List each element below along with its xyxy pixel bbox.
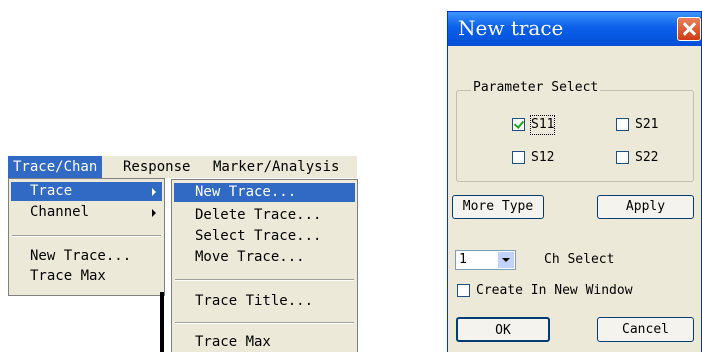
checkbox-label: S22 xyxy=(635,150,659,165)
submenu-item-new-trace[interactable]: New Trace... xyxy=(174,183,355,202)
submenu-item-trace-max[interactable]: Trace Max xyxy=(174,333,355,352)
checkbox-s11[interactable]: S11 xyxy=(512,115,572,135)
ok-button[interactable]: OK xyxy=(456,317,550,342)
checkbox-s22[interactable]: S22 xyxy=(616,149,676,167)
chevron-down-icon[interactable] xyxy=(498,252,514,268)
cancel-button[interactable]: Cancel xyxy=(597,317,694,342)
apply-button[interactable]: Apply xyxy=(597,195,694,219)
menu-item-label: Trace xyxy=(30,183,73,199)
menu-trace-chan[interactable]: Trace/Chan xyxy=(8,156,103,178)
submenu-item-select-trace[interactable]: Select Trace... xyxy=(174,227,355,246)
submenu-item-move-trace[interactable]: Move Trace... xyxy=(174,248,355,267)
trace-submenu: New Trace... Delete Trace... Select Trac… xyxy=(171,179,358,352)
dialog-title-bar[interactable]: New trace xyxy=(448,12,701,46)
checkbox-icon[interactable] xyxy=(457,284,470,297)
menu-item-label: New Trace... xyxy=(30,248,132,264)
menu-response[interactable]: Response xyxy=(118,156,195,178)
checkbox-s21[interactable]: S21 xyxy=(616,116,676,134)
menu-item-label: Delete Trace... xyxy=(195,207,322,223)
submenu-arrow-icon xyxy=(152,209,156,217)
menu-separator xyxy=(175,322,354,324)
close-icon[interactable] xyxy=(677,17,701,41)
checkbox-label: S21 xyxy=(635,117,659,132)
menu-item-trace-max[interactable]: Trace Max xyxy=(11,267,162,286)
menu-item-label: Move Trace... xyxy=(195,249,305,265)
menu-item-label: New Trace... xyxy=(195,184,297,200)
checkbox-label: S11 xyxy=(529,115,556,135)
checkbox-label: Create In New Window xyxy=(476,283,633,298)
menu-item-label: Channel xyxy=(30,204,90,220)
checkbox-icon[interactable] xyxy=(616,118,629,131)
channel-select-dropdown[interactable]: 1 xyxy=(455,250,516,270)
submenu-item-trace-title[interactable]: Trace Title... xyxy=(174,292,355,311)
window-edge xyxy=(160,292,164,352)
menu-item-new-trace[interactable]: New Trace... xyxy=(11,247,162,266)
submenu-item-delete-trace[interactable]: Delete Trace... xyxy=(174,206,355,225)
menu-item-label: Trace Max xyxy=(195,334,271,350)
trace-chan-dropdown: Trace Channel New Trace... Trace Max xyxy=(8,178,165,296)
menu-item-label: Select Trace... xyxy=(195,228,322,244)
menu-item-label: Trace Max xyxy=(30,268,106,284)
menu-marker-analysis[interactable]: Marker/Analysis xyxy=(208,156,344,178)
menu-item-trace[interactable]: Trace xyxy=(11,182,162,201)
checkbox-icon[interactable] xyxy=(512,151,525,164)
menu-separator xyxy=(175,279,354,281)
submenu-arrow-icon xyxy=(152,188,156,196)
dialog-title: New trace xyxy=(458,16,564,40)
parameter-select-group xyxy=(456,90,694,182)
checkbox-checked-icon[interactable] xyxy=(512,118,525,131)
menu-separator xyxy=(12,235,161,237)
channel-select-label: Ch Select xyxy=(544,252,615,267)
create-in-new-window-checkbox[interactable]: Create In New Window xyxy=(457,282,687,300)
menu-item-label: Trace Title... xyxy=(195,293,314,309)
menu-bar: Trace/Chan Response Marker/Analysis xyxy=(8,156,357,178)
new-trace-dialog: New trace Parameter Select S11 S21 S12 S… xyxy=(447,11,702,352)
more-type-button[interactable]: More Type xyxy=(452,195,544,219)
parameter-select-legend: Parameter Select xyxy=(471,80,601,95)
checkbox-label: S12 xyxy=(531,150,555,165)
checkbox-s12[interactable]: S12 xyxy=(512,149,572,167)
menu-item-channel[interactable]: Channel xyxy=(11,203,162,222)
channel-select-value: 1 xyxy=(459,252,467,267)
checkbox-icon[interactable] xyxy=(616,151,629,164)
